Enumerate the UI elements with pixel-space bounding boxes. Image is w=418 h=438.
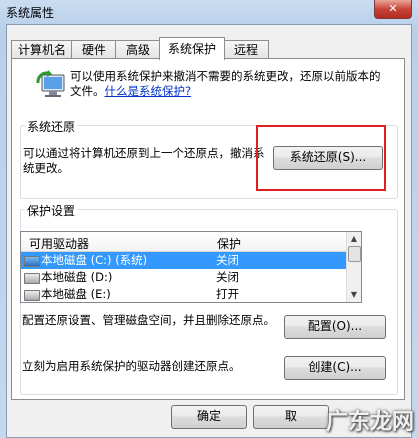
drive-row[interactable]: 本地磁盘 (D:) 关闭 — [21, 269, 347, 286]
drive-name: 本地磁盘 (C:) (系统) — [41, 253, 148, 267]
create-description: 立刻为启用系统保护的驱动器创建还原点。 — [22, 359, 241, 373]
system-restore-description: 可以通过将计算机还原到上一个还原点，撤消系统更改。 — [23, 146, 265, 175]
ok-button[interactable]: 确定 — [171, 405, 247, 429]
column-available-drives[interactable]: 可用驱动器 — [29, 235, 89, 252]
tab-system-protection[interactable]: 系统保护 — [159, 37, 225, 60]
system-protection-icon — [36, 70, 65, 97]
tab-remote[interactable]: 远程 — [223, 40, 269, 59]
configure-description: 配置还原设置、管理磁盘空间，并且删除还原点。 — [22, 313, 275, 327]
dialog-client: 计算机名 硬件 高级 系统保护 远程 可以使用系统保护来撤消不需要的系统更改，还… — [6, 24, 412, 438]
cancel-button[interactable]: 取 — [253, 405, 329, 429]
configure-button[interactable]: 配置(O)... — [284, 315, 386, 339]
scroll-up-arrow-icon[interactable]: ▲ — [348, 233, 360, 245]
tab-panel: 可以使用系统保护来撤消不需要的系统更改，还原以前版本的文件。什么是系统保护? 系… — [11, 58, 405, 400]
system-restore-title: 系统还原 — [25, 118, 78, 135]
drive-list[interactable]: 可用驱动器 保护 本地磁盘 (C:) (系统) 关闭 本地磁盘 (D:) 关闭 … — [20, 231, 362, 303]
protection-status: 打开 — [216, 287, 239, 301]
drive-list-header: 可用驱动器 保护 — [21, 232, 347, 252]
system-properties-window: 系统属性 ✕ 计算机名 硬件 高级 系统保护 远程 可以使用系统保护来撤消不需要… — [0, 0, 418, 438]
windows-drive-icon — [24, 256, 40, 267]
highlight-box — [256, 125, 386, 191]
protection-settings-title: 保护设置 — [25, 202, 78, 219]
column-protection[interactable]: 保护 — [217, 235, 241, 252]
what-is-system-protection-link[interactable]: 什么是系统保护? — [105, 84, 192, 98]
create-button[interactable]: 创建(C)... — [284, 356, 386, 380]
close-button[interactable]: ✕ — [374, 0, 412, 19]
drive-list-scrollbar[interactable]: ▲ ▼ — [346, 232, 361, 302]
drive-name: 本地磁盘 (E:) — [41, 287, 111, 301]
drive-icon — [24, 290, 40, 301]
title-bar[interactable]: 系统属性 ✕ — [0, 0, 418, 24]
protection-status: 关闭 — [216, 270, 239, 284]
tab-advanced[interactable]: 高级 — [115, 40, 161, 59]
drive-icon — [24, 273, 40, 284]
tab-hardware[interactable]: 硬件 — [71, 40, 117, 59]
scroll-down-arrow-icon[interactable]: ▼ — [348, 289, 360, 301]
drive-row[interactable]: 本地磁盘 (C:) (系统) 关闭 — [21, 252, 347, 269]
scroll-thumb[interactable] — [348, 246, 361, 262]
intro-text: 可以使用系统保护来撤消不需要的系统更改，还原以前版本的文件。什么是系统保护? — [70, 69, 390, 99]
tab-computer-name[interactable]: 计算机名 — [11, 40, 73, 59]
protection-status: 关闭 — [216, 253, 239, 267]
watermark: 广东龙网 — [325, 410, 414, 435]
drive-name: 本地磁盘 (D:) — [41, 270, 113, 284]
drive-row[interactable]: 本地磁盘 (E:) 打开 — [21, 286, 347, 302]
window-title: 系统属性 — [6, 6, 55, 20]
